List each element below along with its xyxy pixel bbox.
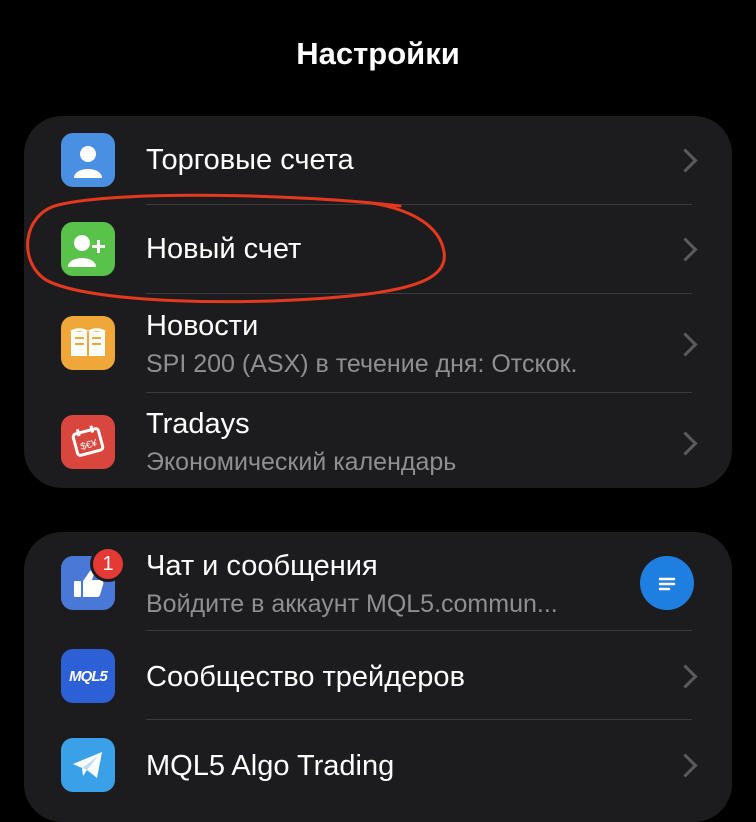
menu-item-label: MQL5 Algo Trading xyxy=(146,750,395,782)
message-lines-icon xyxy=(658,577,676,591)
menu-item-algo-trading[interactable]: MQL5 Algo Trading xyxy=(24,720,732,810)
chevron-right-icon xyxy=(673,753,698,778)
calendar-icon: $€¥ xyxy=(61,415,115,469)
menu-item-label: Новый счет xyxy=(146,233,302,265)
menu-item-subtitle: Войдите в аккаунт MQL5.commun... xyxy=(146,590,558,618)
message-button[interactable] xyxy=(640,556,694,610)
chevron-right-icon xyxy=(673,332,698,357)
menu-item-subtitle: Экономический календарь xyxy=(146,448,457,476)
menu-item-label: Новости xyxy=(146,310,259,342)
chevron-right-icon xyxy=(673,237,698,262)
settings-group-main: Торговые счета Новый счет Новости SPI 20… xyxy=(24,116,732,488)
menu-item-tradays[interactable]: $€¥ Tradays Экономический календарь xyxy=(24,393,732,488)
menu-item-traders-community[interactable]: MQL5 Сообщество трейдеров xyxy=(24,631,732,719)
menu-item-label: Торговые счета xyxy=(146,144,354,176)
person-icon xyxy=(61,133,115,187)
mql5-icon: MQL5 xyxy=(61,649,115,703)
chevron-right-icon xyxy=(673,148,698,173)
add-person-icon xyxy=(61,222,115,276)
chevron-right-icon xyxy=(673,431,698,456)
menu-item-label: Tradays xyxy=(146,408,250,440)
book-icon xyxy=(61,316,115,370)
mql5-logo-text: MQL5 xyxy=(69,667,108,685)
menu-item-new-account[interactable]: Новый счет xyxy=(24,205,732,293)
chevron-right-icon xyxy=(673,664,698,689)
menu-item-news[interactable]: Новости SPI 200 (ASX) в течение дня: Отс… xyxy=(24,294,732,392)
page-title: Настройки xyxy=(296,36,460,71)
menu-item-label: Сообщество трейдеров xyxy=(146,661,465,693)
menu-item-subtitle: SPI 200 (ASX) в течение дня: Отскок. xyxy=(146,350,578,378)
menu-item-chat[interactable]: 1 Чат и сообщения Войдите в аккаунт MQL5… xyxy=(24,532,732,630)
notification-badge: 1 xyxy=(90,546,126,582)
telegram-icon xyxy=(61,738,115,792)
settings-group-community: 1 Чат и сообщения Войдите в аккаунт MQL5… xyxy=(24,532,732,822)
menu-item-label: Чат и сообщения xyxy=(146,550,378,582)
menu-item-trading-accounts[interactable]: Торговые счета xyxy=(24,116,732,204)
